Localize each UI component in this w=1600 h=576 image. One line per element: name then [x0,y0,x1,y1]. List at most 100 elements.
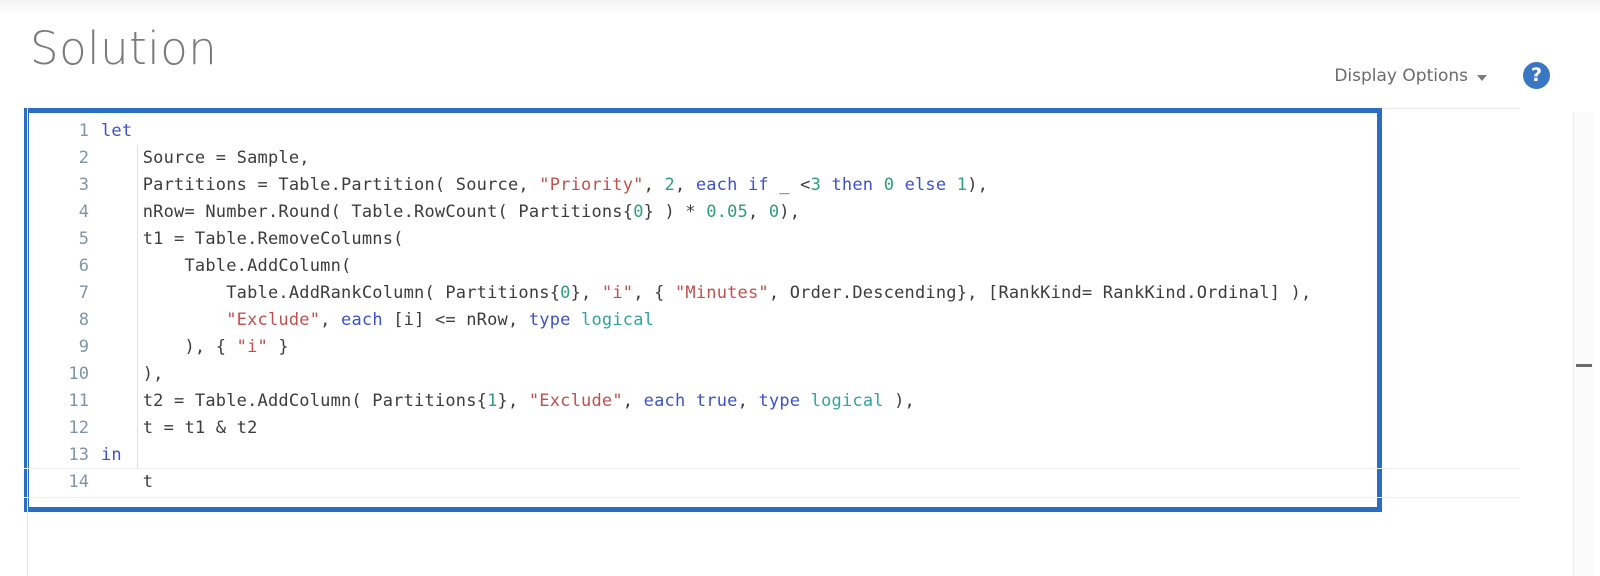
code-line[interactable]: 13 in [29,442,1377,469]
code-token-kw: type [528,310,571,330]
code-line[interactable]: 3 Partitions = Table.Partition( Source, … [29,172,1377,199]
code-token-plain: } [267,337,289,357]
code-token-str: "Minutes" [674,283,769,303]
line-number: 12 [68,418,89,438]
code-line[interactable]: 11 t2 = Table.AddColumn( Partitions{1}, … [29,388,1377,415]
code-token-plain: , [643,175,665,195]
code-token-kw: let [101,121,133,141]
code-token-plain: _ < [768,175,811,195]
code-token-plain: , [320,310,342,330]
code-line-text[interactable]: "Exclude", each [i] <= nRow, type logica… [101,307,1377,334]
code-token-num: 0 [560,283,571,303]
line-number: 10 [68,364,89,384]
line-number: 6 [78,256,89,276]
page-header: Solution Display Options ? [0,14,1600,104]
code-line[interactable]: 2 Source = Sample, [29,145,1377,172]
code-line-text[interactable]: let [101,118,1377,145]
code-token-plain: ), [883,391,915,411]
content-left-rule [27,108,28,576]
code-line-text[interactable]: Partitions = Table.Partition( Source, "P… [101,172,1377,199]
code-line[interactable]: 7 Table.AddRankColumn( Partitions{0}, "i… [29,280,1377,307]
code-token-num: 1 [487,391,498,411]
content-rule-2 [24,497,1520,498]
code-token-num: 3 [810,175,822,195]
vertical-scrollbar[interactable] [1573,112,1594,576]
formula-editor-highlight-box[interactable]: 1 let 2 Source = Sample, 3 Partitions = Tab… [24,108,1382,512]
code-token-num: 0 [883,175,895,195]
code-token-str: "i" [601,283,634,303]
indent-guide-line [137,145,138,469]
code-line-text[interactable]: in [101,442,1377,469]
code-line-text[interactable]: t [101,469,1377,496]
code-token-plain: }, [497,391,529,411]
line-number: 5 [78,229,89,249]
code-token-plain: ), [967,175,989,195]
code-token-plain: , [747,202,769,222]
code-token-num: 1 [956,175,968,195]
code-line-text[interactable]: Table.AddRankColumn( Partitions{0}, "i",… [101,280,1377,307]
help-circle-icon[interactable]: ? [1523,62,1550,89]
code-line[interactable]: 14 t [29,469,1377,496]
code-line[interactable]: 9 ), { "i" } [29,334,1377,361]
line-number: 11 [68,391,89,411]
code-token-plain: Source = Sample, [101,148,310,168]
line-number: 1 [78,121,89,141]
code-line-text[interactable]: Table.AddColumn( [101,253,1377,280]
chevron-down-icon[interactable] [1477,74,1487,81]
code-line-text[interactable]: ), [101,361,1377,388]
code-line-text[interactable]: Source = Sample, [101,145,1377,172]
formula-editor[interactable]: 1 let 2 Source = Sample, 3 Partitions = Tab… [29,113,1377,507]
code-token-str: "Exclude" [226,310,321,330]
code-line[interactable]: 6 Table.AddColumn( [29,253,1377,280]
code-token-plain: , [737,391,759,411]
code-token-plain: , [622,391,644,411]
code-line[interactable]: 10 ), [29,361,1377,388]
code-token-kw: else [904,175,947,195]
code-token-plain: Partitions = Table.Partition( Source, [101,175,540,195]
code-token-plain: , { [633,283,675,303]
code-lines[interactable]: 1 let 2 Source = Sample, 3 Partitions = Tab… [29,118,1377,496]
code-line[interactable]: 1 let [29,118,1377,145]
code-token-kw: type [758,391,801,411]
content-rule-1 [24,468,1520,469]
display-options-button[interactable]: Display Options [1334,66,1487,86]
code-token-kw: each [695,175,738,195]
code-token-plain: , [674,175,696,195]
code-line-text[interactable]: nRow= Number.Round( Table.RowCount( Part… [101,199,1377,226]
code-token-num: 2 [664,175,675,195]
code-token-plain: }, [570,283,602,303]
header-actions: Display Options ? [1334,62,1550,89]
line-number: 13 [68,445,89,465]
code-line[interactable]: 8 "Exclude", each [i] <= nRow, type logi… [29,307,1377,334]
line-number: 7 [78,283,89,303]
code-token-plain: } ) * [643,202,707,222]
code-line[interactable]: 4 nRow= Number.Round( Table.RowCount( Pa… [29,199,1377,226]
code-token-kw: each [643,391,686,411]
scrollbar-thumb[interactable] [1576,364,1592,367]
code-token-str: "Exclude" [528,391,623,411]
code-token-num: 0 [768,202,780,222]
line-number: 8 [78,310,89,330]
code-token-plain: Table.AddRankColumn( Partitions{ [101,283,561,303]
code-line[interactable]: 12 t = t1 & t2 [29,415,1377,442]
code-token-num: 0.05 [706,202,748,222]
code-token-kw: true [695,391,738,411]
code-line-text[interactable]: t1 = Table.RemoveColumns( [101,226,1377,253]
code-line-text[interactable]: t2 = Table.AddColumn( Partitions{1}, "Ex… [101,388,1377,415]
page-title: Solution [30,22,218,75]
line-number: 3 [78,175,89,195]
code-token-plain: t = t1 & t2 [101,418,258,438]
code-token-type: logical [581,310,655,330]
code-line-text[interactable]: t = t1 & t2 [101,415,1377,442]
code-line[interactable]: 5 t1 = Table.RemoveColumns( [29,226,1377,253]
code-token-kw: then [831,175,874,195]
code-line-text[interactable]: ), { "i" } [101,334,1377,361]
code-token-plain: [i] <= nRow, [382,310,529,330]
code-token-kw: in [101,445,122,465]
